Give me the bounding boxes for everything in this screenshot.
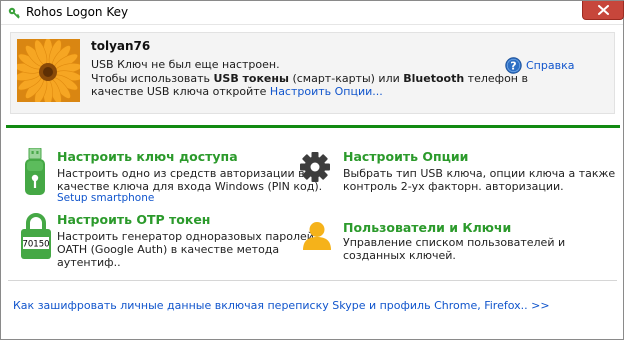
status-message: USB Ключ не был еще настроен. <box>91 58 280 71</box>
users-and-keys: Пользователи и Ключи Управление списком … <box>302 217 582 267</box>
setup-otp-token: 70150 Настроить OTP токен Настроить гене… <box>20 209 314 269</box>
avatar <box>17 39 80 102</box>
close-icon <box>598 5 609 15</box>
section-divider <box>6 125 620 128</box>
setup-otp-desc-3: аутентиф.. <box>57 256 121 269</box>
username: tolyan76 <box>91 39 151 53</box>
status-hint-continued: качестве USB ключа откройте Настроить Оп… <box>91 85 383 98</box>
setup-smartphone-link[interactable]: Setup smartphone <box>57 192 154 204</box>
users-and-keys-desc-2: созданных ключей. <box>343 249 456 262</box>
footer-divider <box>8 280 617 281</box>
setup-options-desc-1: Выбрать тип USB ключа, опции ключа а так… <box>343 167 616 180</box>
setup-access-key: Настроить ключ доступа Настроить одно из… <box>23 146 322 206</box>
setup-otp-link[interactable]: Настроить OTP токен <box>57 212 210 227</box>
status-header: tolyan76 USB Ключ не был еще настроен. Ч… <box>10 32 615 114</box>
open-options-link[interactable]: Настроить Опции... <box>270 85 383 98</box>
setup-access-key-link[interactable]: Настроить ключ доступа <box>57 149 238 164</box>
status-hint: Чтобы использовать USB токены (смарт-кар… <box>91 72 528 85</box>
help-icon: ? <box>505 57 522 74</box>
users-and-keys-desc-1: Управление списком пользователей и <box>343 236 566 249</box>
help-label: Справка <box>526 59 575 72</box>
setup-otp-desc-1: Настроить генератор одноразовых паролей <box>57 230 314 243</box>
window-title: Rohos Logon Key <box>26 5 129 19</box>
encrypt-data-link[interactable]: Как зашифровать личные данные включая пе… <box>13 299 550 312</box>
app-window: Rohos Logon Key tolyan76 USB Ключ не был… <box>0 0 624 340</box>
setup-otp-desc-2: OATH (Google Auth) в качестве метода <box>57 243 280 256</box>
otp-lock-icon: 70150 <box>21 213 51 259</box>
gear-icon <box>300 152 330 182</box>
setup-options: Настроить Опции Выбрать тип USB ключа, о… <box>299 149 615 199</box>
otp-code: 70150 <box>22 240 49 250</box>
svg-text:?: ? <box>510 60 516 73</box>
user-icon <box>303 222 331 250</box>
setup-options-link[interactable]: Настроить Опции <box>343 149 468 164</box>
usb-key-icon <box>25 148 45 195</box>
title-bar[interactable]: Rohos Logon Key <box>1 1 624 25</box>
setup-access-key-desc-1: Настроить одно из средств авторизации в <box>57 167 305 180</box>
users-and-keys-link[interactable]: Пользователи и Ключи <box>343 220 511 235</box>
green-key-icon <box>8 7 20 19</box>
setup-options-desc-2: контроль 2-ух факторн. авторизации. <box>343 180 564 193</box>
close-button[interactable] <box>582 1 624 20</box>
